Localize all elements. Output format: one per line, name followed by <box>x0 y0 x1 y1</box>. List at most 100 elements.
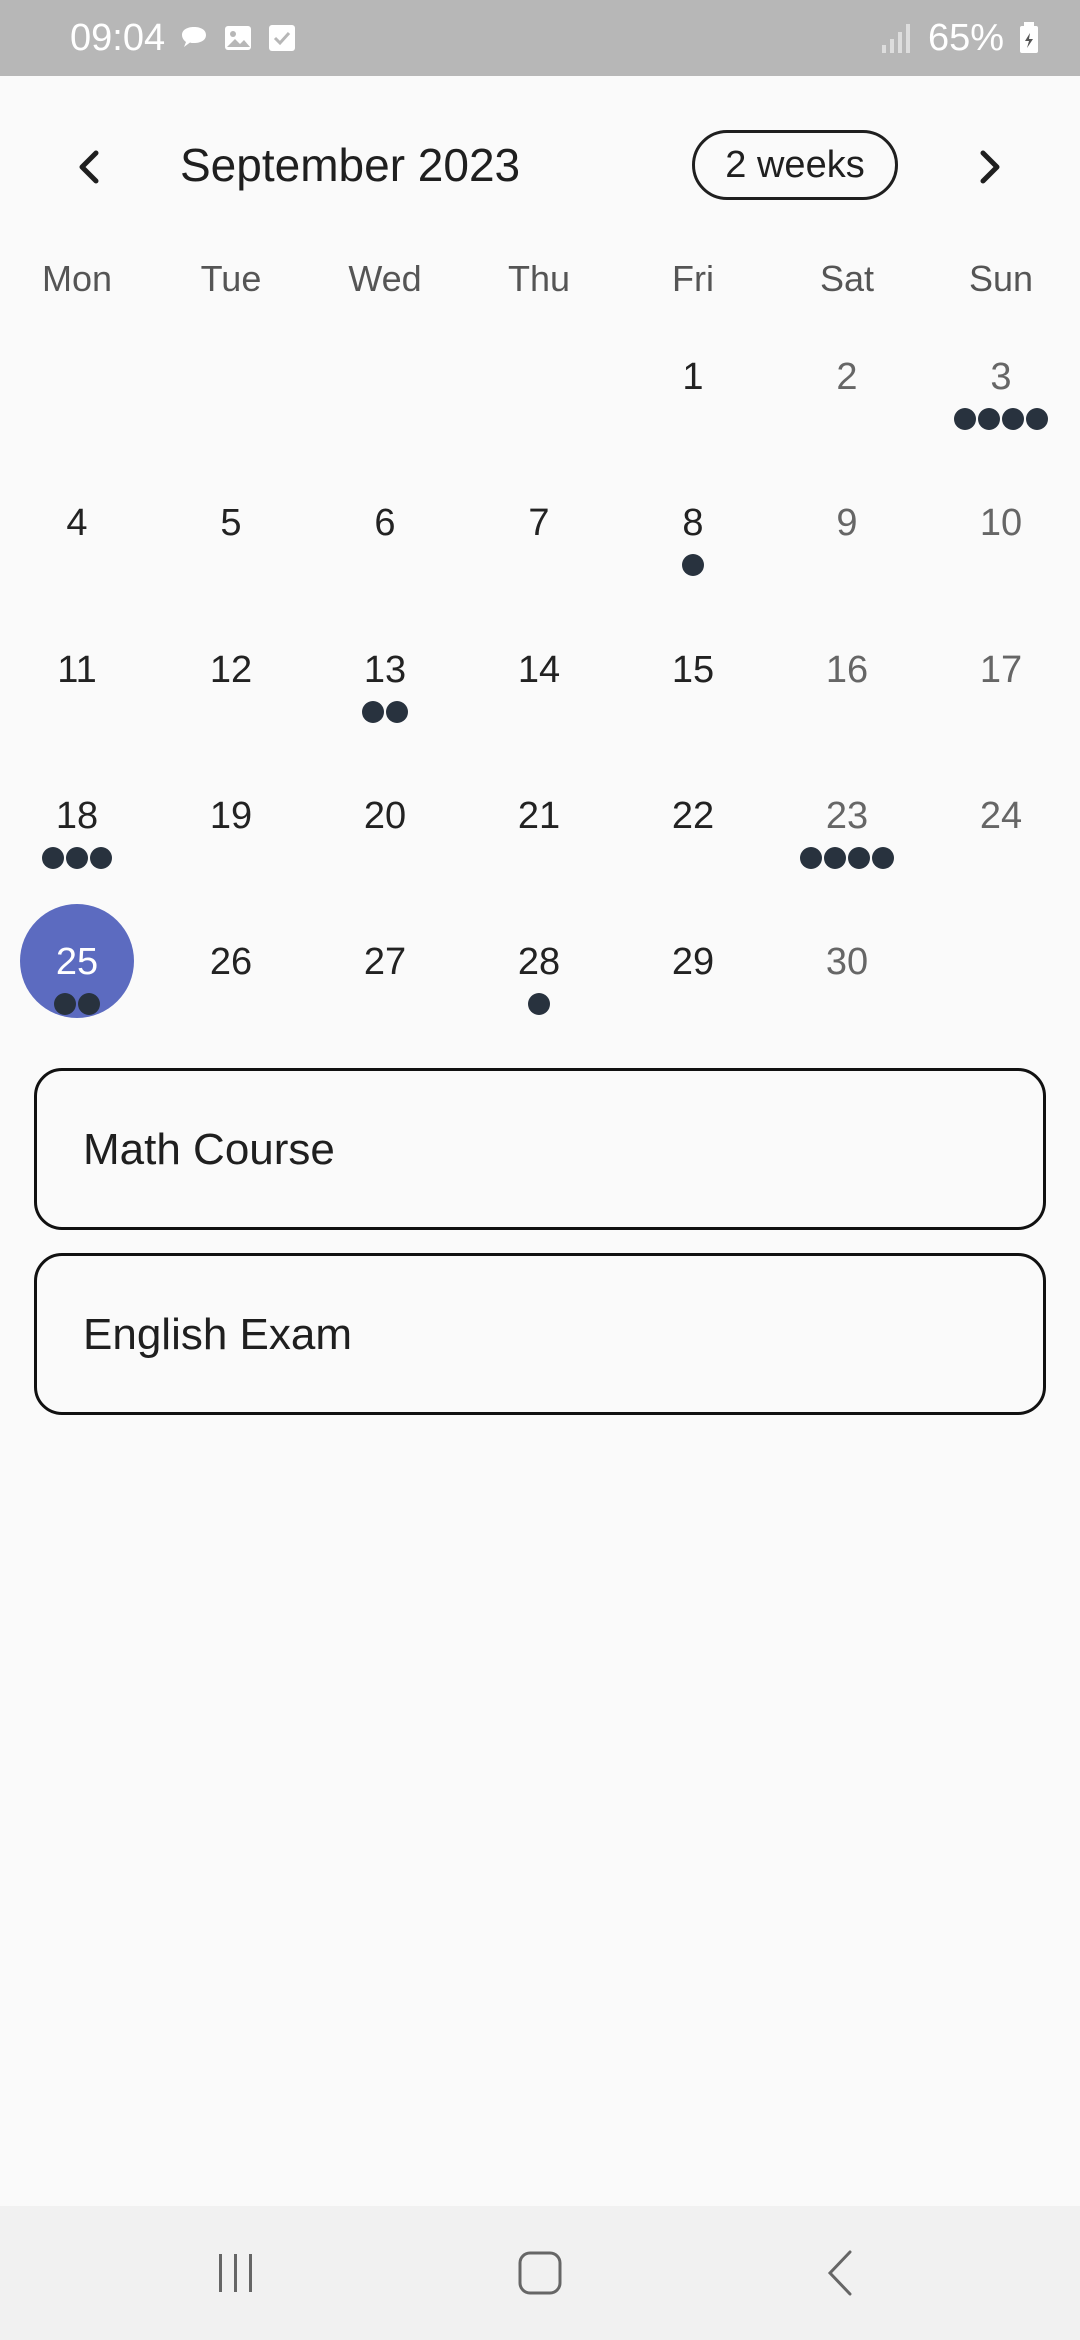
calendar-day[interactable]: 5 <box>154 502 308 632</box>
event-markers <box>462 993 616 1015</box>
event-marker-dot <box>978 408 1000 430</box>
calendar-day <box>308 356 462 486</box>
calendar-day[interactable]: 12 <box>154 649 308 779</box>
back-button[interactable] <box>803 2238 883 2308</box>
calendar-day[interactable]: 18 <box>0 795 154 925</box>
battery-icon <box>1020 22 1038 53</box>
calendar-day[interactable]: 8 <box>616 502 770 632</box>
day-number: 6 <box>374 502 396 544</box>
chevron-left-icon <box>79 150 99 184</box>
event-markers <box>0 847 154 869</box>
day-number: 24 <box>979 795 1023 837</box>
calendar-day[interactable]: 6 <box>308 502 462 632</box>
calendar-day <box>154 356 308 486</box>
day-number: 21 <box>517 795 561 837</box>
previous-month-button[interactable] <box>55 132 125 202</box>
calendar-day[interactable]: 28 <box>462 941 616 1071</box>
day-number: 20 <box>363 795 407 837</box>
calendar-day[interactable]: 22 <box>616 795 770 925</box>
calendar-day[interactable]: 27 <box>308 941 462 1071</box>
weekday-label: Thu <box>507 258 571 299</box>
event-marker-dot <box>848 847 870 869</box>
event-markers <box>0 993 154 1015</box>
system-nav-bar <box>0 2206 1080 2340</box>
event-marker-dot <box>42 847 64 869</box>
image-icon <box>225 26 252 50</box>
event-card[interactable]: Math Course <box>34 1068 1046 1230</box>
event-markers <box>308 701 462 723</box>
status-bar-right: 65% <box>880 0 1040 76</box>
day-number: 25 <box>55 941 99 983</box>
event-marker-dot <box>954 408 976 430</box>
event-markers <box>770 847 924 869</box>
weekday-label: Wed <box>348 258 422 299</box>
weekday-label: Sat <box>819 258 875 299</box>
day-number: 29 <box>671 941 715 983</box>
event-marker-dot <box>362 701 384 723</box>
weekday-label: Sun <box>968 258 1034 299</box>
calendar-day[interactable]: 30 <box>770 941 924 1071</box>
calendar-day[interactable]: 20 <box>308 795 462 925</box>
day-number: 12 <box>209 649 253 691</box>
day-number: 8 <box>682 502 704 544</box>
day-number: 17 <box>979 649 1023 691</box>
calendar-day[interactable]: 7 <box>462 502 616 632</box>
checkbox-icon <box>269 25 296 51</box>
calendar-day[interactable]: 25 <box>0 941 154 1071</box>
weekday-label: Fri <box>672 258 714 299</box>
calendar-day[interactable]: 14 <box>462 649 616 779</box>
calendar-day[interactable]: 2 <box>770 356 924 486</box>
calendar-day[interactable]: 1 <box>616 356 770 486</box>
event-marker-dot <box>682 554 704 576</box>
next-month-button[interactable] <box>954 132 1024 202</box>
calendar-day[interactable]: 4 <box>0 502 154 632</box>
calendar-day[interactable]: 3 <box>924 356 1078 486</box>
calendar-day[interactable]: 21 <box>462 795 616 925</box>
event-marker-dot <box>78 993 100 1015</box>
status-bar: 09:04 65% <box>0 0 1080 76</box>
recents-icon <box>219 2254 252 2292</box>
day-number: 10 <box>979 502 1023 544</box>
event-card[interactable]: English Exam <box>34 1253 1046 1415</box>
calendar-day[interactable]: 9 <box>770 502 924 632</box>
day-number: 13 <box>363 649 407 691</box>
weekday-label: Mon <box>41 258 113 299</box>
chevron-right-icon <box>980 150 1000 184</box>
day-number: 2 <box>836 356 858 398</box>
back-icon <box>827 2250 852 2296</box>
event-marker-dot <box>90 847 112 869</box>
calendar-day[interactable]: 11 <box>0 649 154 779</box>
day-number: 16 <box>825 649 869 691</box>
calendar-day[interactable]: 15 <box>616 649 770 779</box>
event-marker-dot <box>54 993 76 1015</box>
month-title: September 2023 <box>180 139 521 191</box>
day-number: 1 <box>682 356 704 398</box>
calendar-day[interactable]: 13 <box>308 649 462 779</box>
calendar-day[interactable]: 26 <box>154 941 308 1071</box>
calendar-day[interactable]: 10 <box>924 502 1078 632</box>
event-marker-dot <box>872 847 894 869</box>
calendar-day <box>924 941 1078 1071</box>
signal-icon <box>881 24 910 53</box>
day-number: 9 <box>836 502 858 544</box>
event-title: English Exam <box>83 1310 353 1359</box>
recents-button[interactable] <box>196 2238 276 2308</box>
day-number: 14 <box>517 649 561 691</box>
calendar-day <box>462 356 616 486</box>
event-marker-dot <box>1026 408 1048 430</box>
day-number: 23 <box>825 795 869 837</box>
day-number: 27 <box>363 941 407 983</box>
calendar-format-button[interactable]: 2 weeks <box>692 130 898 200</box>
calendar-day[interactable]: 24 <box>924 795 1078 925</box>
calendar-day[interactable]: 16 <box>770 649 924 779</box>
calendar-day[interactable]: 23 <box>770 795 924 925</box>
calendar-day[interactable]: 19 <box>154 795 308 925</box>
day-number: 26 <box>209 941 253 983</box>
day-number: 4 <box>66 502 88 544</box>
calendar-day[interactable]: 29 <box>616 941 770 1071</box>
home-button[interactable] <box>500 2238 580 2308</box>
chat-bubble-icon <box>182 27 207 47</box>
day-number: 15 <box>671 649 715 691</box>
day-number: 5 <box>220 502 242 544</box>
calendar-day[interactable]: 17 <box>924 649 1078 779</box>
